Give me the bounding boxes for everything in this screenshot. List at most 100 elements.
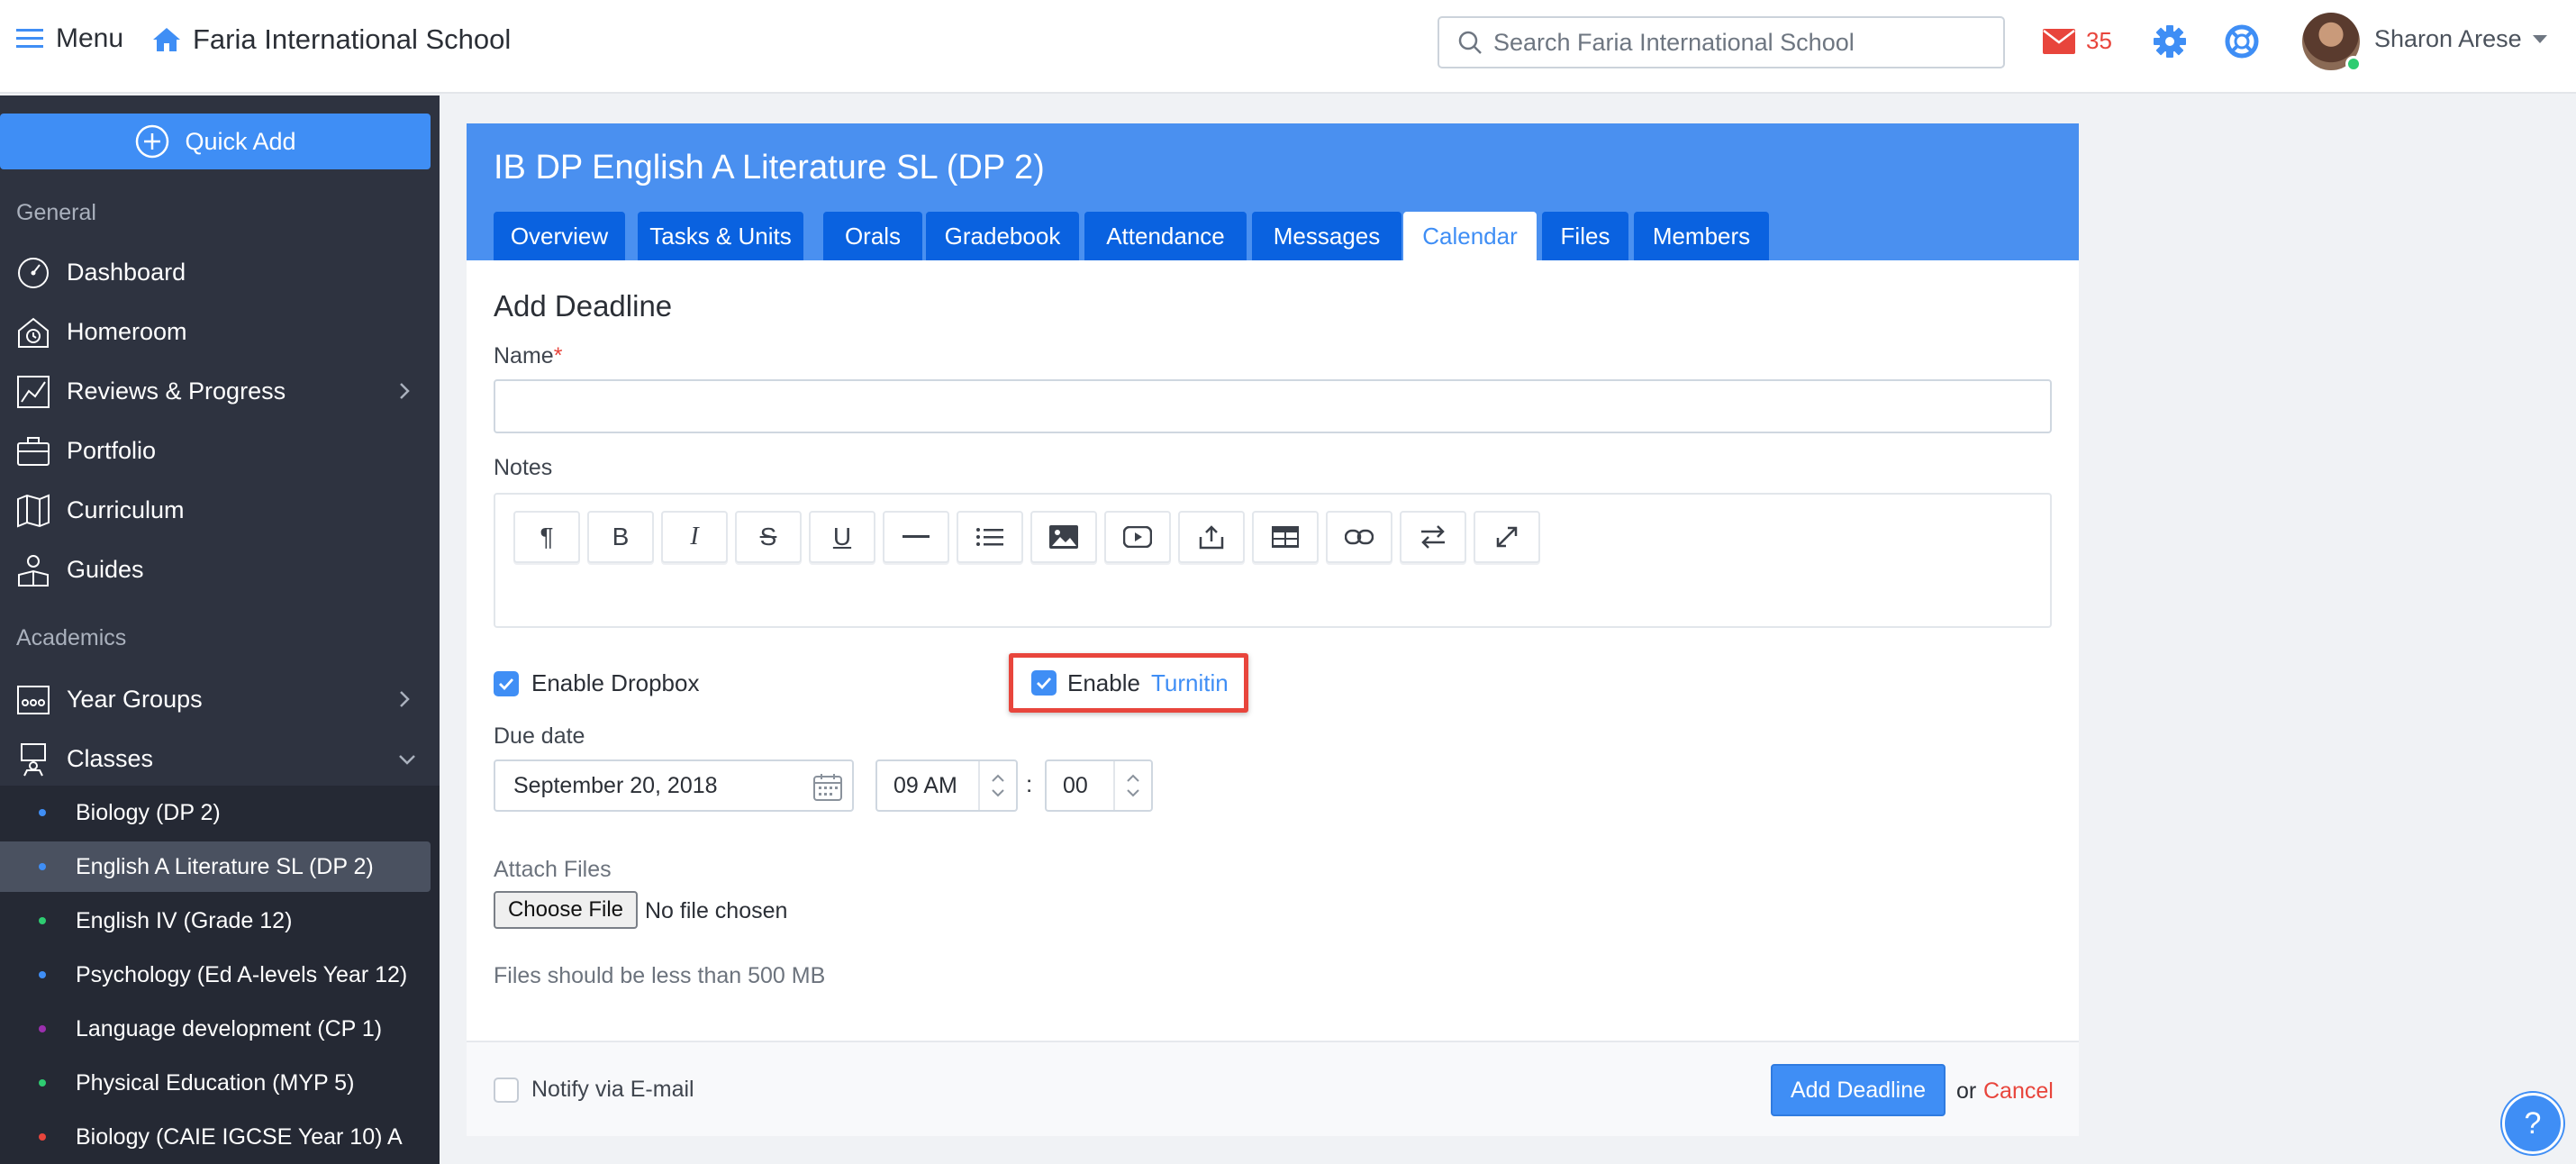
image-button[interactable] [1030,511,1097,563]
class-item-language-development[interactable]: Language development (CP 1) [0,1004,431,1054]
chevron-up-icon [992,774,1004,782]
tab-calendar[interactable]: Calendar [1403,212,1537,260]
file-status: No file chosen [645,898,788,923]
enable-dropbox-label: Enable Dropbox [531,669,700,696]
horizontal-rule-button[interactable] [883,511,949,563]
class-item-physical-education[interactable]: Physical Education (MYP 5) [0,1058,431,1108]
minute-stepper[interactable] [1113,761,1151,810]
home-icon [153,28,180,51]
enable-turnitin-label: Enable [1067,668,1140,696]
quick-add-button[interactable]: Quick Add [0,114,431,169]
tab-overview[interactable]: Overview [494,212,625,260]
briefcase-icon [17,437,50,466]
table-icon [1272,526,1299,548]
school-home-link[interactable]: Faria International School [151,23,511,56]
hamburger-icon [16,29,43,48]
list-icon [976,528,1003,546]
strikethrough-icon: S [759,523,777,550]
course-header: IB DP English A Literature SL (DP 2) Ove… [467,123,2079,260]
check-icon [499,677,514,690]
sidebar-item-classes[interactable]: Classes [0,732,440,786]
homeroom-icon [18,317,49,348]
attach-files-label: Attach Files [494,857,612,882]
paragraph-button[interactable]: ¶ [513,511,580,563]
fullscreen-icon [1496,526,1518,548]
tab-orals[interactable]: Orals [823,212,922,260]
video-button[interactable] [1104,511,1171,563]
minute-select[interactable]: 00 [1045,759,1153,812]
enable-turnitin-checkbox[interactable] [1031,670,1057,696]
tab-messages[interactable]: Messages [1252,212,1401,260]
sidebar-item-label: Reviews & Progress [67,377,286,405]
form-title: Add Deadline [494,289,673,323]
video-icon [1123,526,1152,548]
guides-icon [18,555,49,587]
hour-stepper[interactable] [978,761,1016,810]
sidebar-item-homeroom[interactable]: Homeroom [0,305,440,359]
hour-select[interactable]: 09 AM [875,759,1018,812]
upload-button[interactable] [1178,511,1245,563]
choose-file-button[interactable]: Choose File [494,891,638,929]
class-label: Language development (CP 1) [76,1015,383,1041]
tab-tasks-units[interactable]: Tasks & Units [638,212,803,260]
class-color-dot [39,917,46,924]
notify-email-row: Notify via E-mail [494,1077,694,1103]
sidebar-item-label: Guides [67,555,144,583]
class-item-biology-igcse[interactable]: Biology (CAIE IGCSE Year 10) A [0,1112,431,1162]
swap-button[interactable] [1400,511,1466,563]
notes-editor[interactable]: ¶ B I S U [494,493,2052,628]
avatar[interactable] [2302,13,2362,72]
sidebar-item-dashboard[interactable]: Dashboard [0,245,440,299]
sidebar-item-label: Curriculum [67,496,185,523]
due-date-input[interactable]: September 20, 2018 [494,759,854,812]
plus-circle-icon [136,124,169,159]
page-title: IB DP English A Literature SL (DP 2) [494,149,1045,186]
name-input[interactable] [494,379,2052,433]
underline-icon: U [832,523,852,550]
tab-attendance[interactable]: Attendance [1084,212,1247,260]
class-color-dot [39,1133,46,1141]
calendar-icon[interactable] [812,772,843,803]
bold-button[interactable]: B [587,511,654,563]
chevron-down-icon [1127,789,1139,797]
underline-button[interactable]: U [809,511,875,563]
tab-gradebook[interactable]: Gradebook [926,212,1079,260]
turnitin-link[interactable]: Turnitin [1151,669,1229,697]
messages-button[interactable]: 35 [2043,27,2112,55]
support-button[interactable] [2225,24,2259,59]
name-label-text: Name [494,343,554,368]
top-bar: Menu Faria International School 35 Sharo… [0,0,2576,94]
notify-email-label: Notify via E-mail [531,1077,694,1102]
cancel-link[interactable]: Cancel [1983,1078,2054,1105]
table-button[interactable] [1252,511,1319,563]
add-deadline-button[interactable]: Add Deadline [1771,1064,1946,1116]
menu-button[interactable]: Menu [16,23,123,54]
link-button[interactable] [1326,511,1392,563]
fullscreen-button[interactable] [1474,511,1540,563]
notify-email-checkbox[interactable] [494,1077,519,1103]
sidebar-item-reviews-progress[interactable]: Reviews & Progress [0,364,440,418]
enable-turnitin-highlight: Enable Turnitin [1009,653,1248,713]
class-color-dot [39,809,46,816]
class-item-english-a-literature[interactable]: English A Literature SL (DP 2) [0,841,431,892]
user-menu[interactable]: Sharon Arese [2374,25,2547,53]
sidebar-item-curriculum[interactable]: Curriculum [0,483,440,537]
sidebar-item-guides[interactable]: Guides [0,542,440,596]
tab-files[interactable]: Files [1542,212,1628,260]
add-deadline-form: Add Deadline Name* Notes ¶ B I S U Enabl… [467,260,2079,1136]
italic-button[interactable]: I [661,511,728,563]
class-item-english-iv[interactable]: English IV (Grade 12) [0,896,431,946]
sidebar-item-portfolio[interactable]: Portfolio [0,423,440,477]
tab-members[interactable]: Members [1634,212,1769,260]
settings-button[interactable] [2153,24,2187,59]
sidebar-item-year-groups[interactable]: Year Groups [0,672,440,726]
strikethrough-button[interactable]: S [735,511,802,563]
required-mark: * [553,343,563,368]
help-button[interactable]: ? [2502,1093,2563,1154]
check-icon [1037,677,1052,689]
enable-dropbox-checkbox[interactable] [494,670,519,696]
list-button[interactable] [957,511,1023,563]
search-input[interactable] [1493,28,1980,57]
class-item-psychology[interactable]: Psychology (Ed A-levels Year 12) [0,950,431,1000]
class-item-biology-dp2[interactable]: Biology (DP 2) [0,787,431,838]
